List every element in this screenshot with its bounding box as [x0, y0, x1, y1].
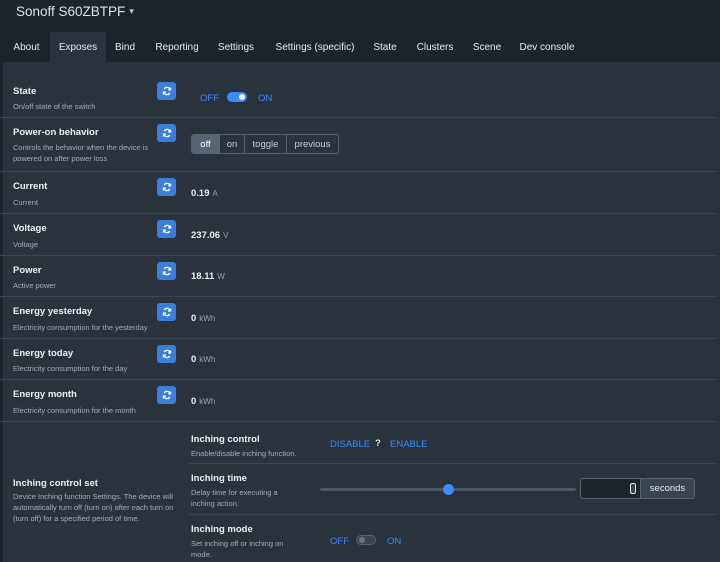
- power-on-option-toggle[interactable]: toggle: [245, 135, 287, 153]
- current-number: 0.19: [191, 188, 210, 199]
- energy-today-value: 0 kWh: [191, 354, 215, 365]
- inching-control-desc: Enable/disable inching function.: [191, 449, 297, 458]
- tab-state[interactable]: State: [368, 32, 402, 62]
- energy-today-unit: kWh: [199, 355, 216, 364]
- state-on-label[interactable]: ON: [258, 93, 272, 104]
- refresh-icon: [162, 349, 171, 359]
- energy-yesterday-unit: kWh: [199, 314, 216, 323]
- inching-mode-off-label[interactable]: OFF: [330, 536, 349, 547]
- power-on-option-on[interactable]: on: [220, 135, 245, 153]
- refresh-energy-yesterday-button[interactable]: [157, 303, 176, 321]
- energy-month-desc: Electricity consumption for the month: [13, 406, 136, 415]
- row-power: [0, 256, 717, 297]
- inching-mode-desc: Set inching off or inching on mode.: [191, 539, 284, 559]
- device-name: Sonoff S60ZBTPF: [16, 4, 126, 19]
- energy-month-value: 0 kWh: [191, 396, 215, 407]
- inching-set-desc: Device Inching function Settings. The de…: [13, 492, 174, 523]
- current-value: 0.19 A: [191, 188, 218, 199]
- app-header: Sonoff S60ZBTPF ▾: [0, 0, 720, 30]
- toggle-knob: [359, 537, 365, 543]
- state-off-label[interactable]: OFF: [200, 93, 219, 104]
- refresh-icon: [162, 128, 171, 138]
- power-on-title: Power-on behavior: [13, 127, 99, 138]
- refresh-icon: [162, 182, 171, 192]
- power-on-option-off[interactable]: off: [192, 135, 220, 153]
- current-desc: Current: [13, 198, 39, 207]
- refresh-icon: [162, 266, 171, 276]
- tab-scene[interactable]: Scene: [466, 32, 508, 62]
- current-unit: A: [212, 189, 218, 198]
- refresh-energy-today-button[interactable]: [157, 345, 176, 363]
- voltage-desc: Voltage: [13, 240, 39, 249]
- inching-mode-title: Inching mode: [191, 524, 253, 535]
- divider: [188, 463, 717, 464]
- voltage-unit: V: [223, 231, 229, 240]
- row-voltage: [0, 214, 717, 256]
- chevron-down-icon: ▾: [129, 6, 134, 16]
- energy-yesterday-desc: Electricity consumption for the yesterda…: [13, 323, 148, 332]
- voltage-value: 237.06 V: [191, 230, 228, 241]
- power-title: Power: [13, 265, 42, 276]
- refresh-power-on-button[interactable]: [157, 124, 176, 142]
- row-current: [0, 172, 717, 214]
- device-name-dropdown[interactable]: Sonoff S60ZBTPF ▾: [16, 4, 134, 19]
- power-value: 18.11 W: [191, 271, 225, 282]
- inching-disable-button[interactable]: DISABLE: [330, 439, 370, 450]
- inching-mode-toggle[interactable]: [356, 535, 376, 545]
- inching-time-slider-handle[interactable]: [442, 484, 454, 495]
- energy-today-title: Energy today: [13, 348, 74, 359]
- power-number: 18.11: [191, 271, 215, 282]
- voltage-title: Voltage: [13, 223, 47, 234]
- inching-time-title: Inching time: [191, 473, 247, 484]
- tab-reporting[interactable]: Reporting: [148, 32, 206, 62]
- state-toggle[interactable]: [227, 92, 247, 102]
- inching-time-unit: seconds: [641, 478, 695, 499]
- inching-time-input[interactable]: [580, 478, 641, 499]
- refresh-state-button[interactable]: [157, 82, 176, 100]
- energy-month-unit: kWh: [199, 397, 216, 406]
- state-title: State: [13, 86, 37, 97]
- tab-bar: About Exposes Bind Reporting Settings Se…: [0, 32, 720, 62]
- refresh-voltage-button[interactable]: [157, 220, 176, 238]
- toggle-knob: [239, 94, 245, 100]
- inching-time-desc: Delay time for executing a inching actio…: [191, 488, 278, 508]
- tab-dev-console[interactable]: Dev console: [514, 32, 580, 62]
- energy-month-title: Energy month: [13, 389, 77, 400]
- energy-yesterday-title: Energy yesterday: [13, 306, 93, 317]
- tab-clusters[interactable]: Clusters: [410, 32, 460, 62]
- power-on-options: off on toggle previous: [191, 134, 339, 154]
- tab-exposes[interactable]: Exposes: [50, 32, 106, 62]
- inching-set-title: Inching control set: [13, 478, 98, 489]
- stepper-icon[interactable]: [630, 483, 636, 494]
- power-on-option-previous[interactable]: previous: [287, 135, 338, 153]
- current-title: Current: [13, 181, 48, 192]
- energy-yesterday-number: 0: [191, 313, 197, 324]
- tab-settings-specific[interactable]: Settings (specific): [268, 32, 362, 62]
- refresh-icon: [162, 390, 171, 400]
- tab-settings[interactable]: Settings: [212, 32, 260, 62]
- divider: [188, 514, 717, 515]
- refresh-current-button[interactable]: [157, 178, 176, 196]
- tab-about[interactable]: About: [6, 32, 47, 62]
- power-unit: W: [217, 272, 225, 281]
- power-desc: Active power: [13, 281, 56, 290]
- refresh-energy-month-button[interactable]: [157, 386, 176, 404]
- row-state: [0, 62, 717, 118]
- state-desc: On/off state of the switch: [13, 102, 96, 111]
- tab-bind[interactable]: Bind: [110, 32, 140, 62]
- inching-mode-on-label[interactable]: ON: [387, 536, 401, 547]
- refresh-power-button[interactable]: [157, 262, 176, 280]
- inching-control-title: Inching control: [191, 434, 260, 445]
- refresh-icon: [162, 307, 171, 317]
- energy-yesterday-value: 0 kWh: [191, 313, 215, 324]
- voltage-number: 237.06: [191, 230, 221, 241]
- power-on-desc: Controls the behavior when the device is…: [13, 143, 149, 163]
- refresh-icon: [162, 86, 171, 96]
- energy-today-desc: Electricity consumption for the day: [13, 364, 128, 373]
- inching-enable-button[interactable]: ENABLE: [390, 439, 428, 450]
- energy-today-number: 0: [191, 354, 197, 365]
- inching-unknown-state: ?: [375, 438, 381, 449]
- refresh-icon: [162, 224, 171, 234]
- energy-month-number: 0: [191, 396, 197, 407]
